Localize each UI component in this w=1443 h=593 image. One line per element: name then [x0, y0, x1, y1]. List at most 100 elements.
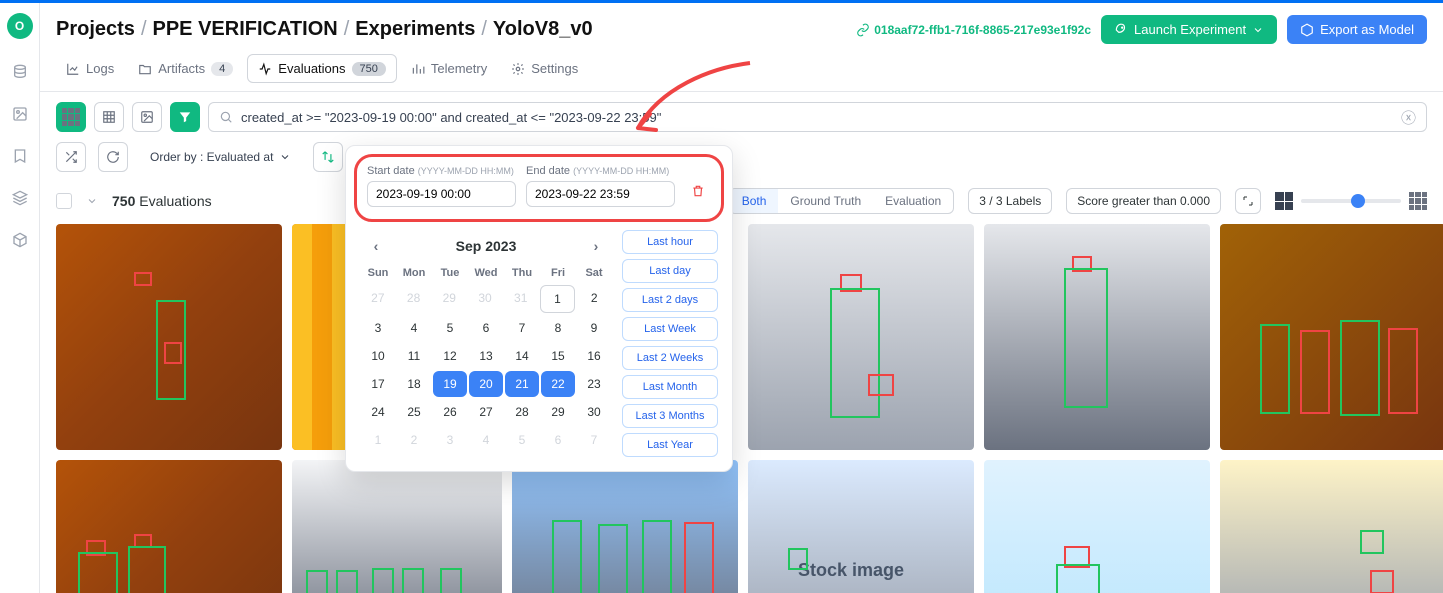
seg-both[interactable]: Both — [730, 189, 779, 213]
tab-telemetry[interactable]: Telemetry — [401, 55, 497, 82]
quick-range-last-year[interactable]: Last Year — [622, 433, 718, 457]
tab-evaluations[interactable]: Evaluations750 — [247, 54, 397, 83]
calendar-day[interactable]: 29 — [541, 399, 575, 425]
calendar-day[interactable]: 17 — [361, 371, 395, 397]
calendar-day[interactable]: 27 — [469, 399, 503, 425]
database-icon[interactable] — [11, 63, 29, 81]
start-date-input[interactable] — [367, 181, 516, 207]
fullscreen-button[interactable] — [1235, 188, 1261, 214]
calendar-day[interactable]: 7 — [577, 427, 611, 453]
end-date-input[interactable] — [526, 181, 675, 207]
calendar-day[interactable]: 1 — [361, 427, 395, 453]
calendar-day[interactable]: 28 — [397, 285, 431, 313]
calendar-day[interactable]: 28 — [505, 399, 539, 425]
calendar-day[interactable]: 3 — [361, 315, 395, 341]
next-month-button[interactable]: › — [584, 234, 608, 258]
eval-card[interactable] — [984, 460, 1210, 593]
eval-card[interactable]: Stock image — [748, 460, 974, 593]
calendar-day[interactable]: 4 — [469, 427, 503, 453]
calendar-day[interactable]: 31 — [504, 285, 538, 313]
eval-card[interactable] — [1220, 460, 1443, 593]
filter-button[interactable] — [170, 102, 200, 132]
calendar-day[interactable]: 7 — [505, 315, 539, 341]
eval-card[interactable] — [56, 460, 282, 593]
calendar-day[interactable]: 27 — [361, 285, 395, 313]
grid-small-icon[interactable] — [1409, 192, 1427, 210]
prev-month-button[interactable]: ‹ — [364, 234, 388, 258]
chevron-down-icon[interactable] — [86, 195, 98, 207]
calendar-day[interactable]: 11 — [397, 343, 431, 369]
quick-range-last-2-weeks[interactable]: Last 2 Weeks — [622, 346, 718, 370]
eval-card[interactable] — [748, 224, 974, 450]
clear-search-icon[interactable]: ⓧ — [1401, 107, 1416, 128]
eval-card[interactable] — [1220, 224, 1443, 450]
grid-large-icon[interactable] — [1275, 192, 1293, 210]
quick-range-last-month[interactable]: Last Month — [622, 375, 718, 399]
calendar-day[interactable]: 18 — [397, 371, 431, 397]
sort-direction-button[interactable] — [313, 142, 343, 172]
calendar-day[interactable]: 13 — [469, 343, 503, 369]
quick-range-last-2-days[interactable]: Last 2 days — [622, 288, 718, 312]
crumb-experiments[interactable]: Experiments — [355, 18, 475, 41]
eval-card[interactable] — [292, 460, 502, 593]
score-select[interactable]: Score greater than 0.000 — [1066, 188, 1221, 214]
calendar-day[interactable]: 23 — [577, 371, 611, 397]
thumbnail-size-slider[interactable] — [1301, 199, 1401, 203]
quick-range-last-week[interactable]: Last Week — [622, 317, 718, 341]
labels-select[interactable]: 3 / 3 Labels — [968, 188, 1052, 214]
search-input[interactable] — [241, 110, 1393, 125]
shuffle-button[interactable] — [56, 142, 86, 172]
image-icon[interactable] — [11, 105, 29, 123]
single-view-button[interactable] — [132, 102, 162, 132]
eval-card[interactable] — [512, 460, 738, 593]
calendar-day[interactable]: 5 — [433, 315, 467, 341]
calendar-day[interactable]: 19 — [433, 371, 467, 397]
select-all-checkbox[interactable] — [56, 193, 72, 209]
calendar-day[interactable]: 26 — [433, 399, 467, 425]
quick-range-last-hour[interactable]: Last hour — [622, 230, 718, 254]
tab-artifacts[interactable]: Artifacts4 — [128, 55, 243, 82]
package-icon[interactable] — [11, 231, 29, 249]
calendar-day[interactable]: 12 — [433, 343, 467, 369]
quick-range-last-day[interactable]: Last day — [622, 259, 718, 283]
calendar-day[interactable]: 21 — [505, 371, 539, 397]
calendar-day[interactable]: 8 — [541, 315, 575, 341]
crumb-experiment-name[interactable]: YoloV8_v0 — [493, 18, 593, 41]
table-view-button[interactable] — [94, 102, 124, 132]
seg-ground-truth[interactable]: Ground Truth — [778, 189, 873, 213]
calendar-day[interactable]: 25 — [397, 399, 431, 425]
calendar-day[interactable]: 22 — [541, 371, 575, 397]
crumb-projects[interactable]: Projects — [56, 18, 135, 41]
calendar-day[interactable]: 2 — [397, 427, 431, 453]
launch-experiment-button[interactable]: Launch Experiment — [1101, 15, 1277, 44]
tab-logs[interactable]: Logs — [56, 55, 124, 82]
quick-range-last-3-months[interactable]: Last 3 Months — [622, 404, 718, 428]
seg-evaluation[interactable]: Evaluation — [873, 189, 953, 213]
calendar-day[interactable]: 9 — [577, 315, 611, 341]
calendar-day[interactable]: 1 — [540, 285, 576, 313]
refresh-button[interactable] — [98, 142, 128, 172]
calendar-day[interactable]: 24 — [361, 399, 395, 425]
calendar-day[interactable]: 6 — [469, 315, 503, 341]
calendar-day[interactable]: 20 — [469, 371, 503, 397]
clear-dates-button[interactable] — [685, 178, 711, 207]
calendar-day[interactable]: 16 — [577, 343, 611, 369]
crumb-project-name[interactable]: PPE VERIFICATION — [153, 18, 338, 41]
order-by-select[interactable]: Order by : Evaluated at — [140, 145, 301, 169]
calendar-day[interactable]: 5 — [505, 427, 539, 453]
calendar-day[interactable]: 6 — [541, 427, 575, 453]
layers-icon[interactable] — [11, 189, 29, 207]
grid-view-button[interactable] — [56, 102, 86, 132]
calendar-day[interactable]: 2 — [577, 285, 611, 313]
calendar-day[interactable]: 4 — [397, 315, 431, 341]
bookmark-icon[interactable] — [11, 147, 29, 165]
tab-settings[interactable]: Settings — [501, 55, 588, 82]
calendar-day[interactable]: 3 — [433, 427, 467, 453]
calendar-day[interactable]: 15 — [541, 343, 575, 369]
run-id[interactable]: 018aaf72-ffb1-716f-8865-217e93e1f92c — [856, 23, 1091, 37]
calendar-day[interactable]: 30 — [468, 285, 502, 313]
search-field-wrap[interactable]: ⓧ — [208, 102, 1427, 132]
calendar-day[interactable]: 10 — [361, 343, 395, 369]
calendar-day[interactable]: 29 — [432, 285, 466, 313]
calendar-day[interactable]: 30 — [577, 399, 611, 425]
